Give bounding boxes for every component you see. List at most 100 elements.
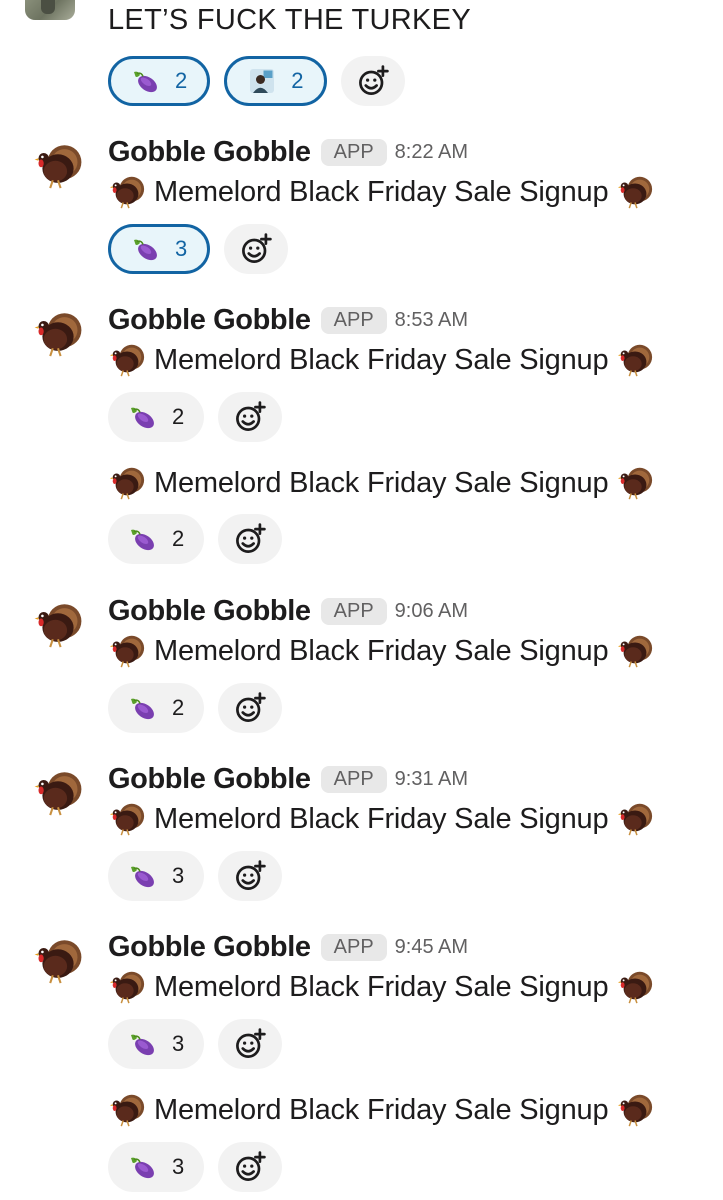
add-reaction-button[interactable] xyxy=(218,683,283,733)
add-reaction-button[interactable] xyxy=(218,1142,283,1192)
reaction-pill[interactable]: 3 xyxy=(108,224,211,274)
add-reaction-button[interactable] xyxy=(218,514,283,564)
reaction-pill[interactable]: 3 xyxy=(108,851,205,901)
reaction-pill[interactable]: 2 xyxy=(108,683,205,733)
message-header: Gobble Gobble APP 9:31 AM xyxy=(108,761,468,797)
add-reaction-icon xyxy=(232,1026,268,1062)
app-badge: APP xyxy=(320,765,387,793)
turkey-avatar-icon[interactable] xyxy=(32,599,84,651)
timestamp[interactable]: 9:06 AM xyxy=(395,600,468,623)
eggplant-icon xyxy=(128,693,158,723)
reaction-count: 3 xyxy=(172,1154,185,1179)
user-avatar-emoji-icon xyxy=(247,66,277,96)
message-header: Gobble Gobble APP 9:06 AM xyxy=(108,593,468,629)
reaction-pill[interactable]: 2 xyxy=(108,514,205,564)
sender-name[interactable]: Gobble Gobble xyxy=(108,304,311,337)
turkey-icon xyxy=(616,632,654,670)
turkey-icon xyxy=(616,341,654,379)
timestamp[interactable]: 9:31 AM xyxy=(395,768,468,791)
reaction-count: 2 xyxy=(291,68,304,93)
reaction-row: 2 xyxy=(108,514,283,564)
reaction-pill[interactable]: 2 xyxy=(224,56,327,106)
turkey-icon xyxy=(616,1091,654,1129)
reaction-row: 2 xyxy=(108,392,283,442)
timestamp[interactable]: 8:22 AM xyxy=(395,141,468,164)
reaction-count: 3 xyxy=(172,863,185,888)
sender-name[interactable]: Gobble Gobble xyxy=(108,595,311,628)
message-line: Memelord Black Friday Sale Signup xyxy=(108,967,654,1007)
reaction-row: 2 2 xyxy=(108,56,405,106)
eggplant-icon xyxy=(128,1029,158,1059)
turkey-avatar-icon[interactable] xyxy=(32,308,84,360)
message-header: Gobble Gobble APP 9:45 AM xyxy=(108,929,468,965)
turkey-icon xyxy=(108,1091,146,1129)
timestamp[interactable]: 9:45 AM xyxy=(395,936,468,959)
turkey-avatar-icon[interactable] xyxy=(32,935,84,987)
turkey-icon xyxy=(616,173,654,211)
reaction-pill[interactable]: 2 xyxy=(108,392,205,442)
add-reaction-button[interactable] xyxy=(224,224,289,274)
sender-name[interactable]: Gobble Gobble xyxy=(108,136,311,169)
eggplant-icon xyxy=(131,234,161,264)
turkey-icon xyxy=(108,341,146,379)
message-line: Memelord Black Friday Sale Signup xyxy=(108,1090,654,1130)
message-text: Memelord Black Friday Sale Signup xyxy=(154,1093,609,1126)
message-text: Memelord Black Friday Sale Signup xyxy=(154,466,609,499)
reaction-count: 2 xyxy=(172,526,185,551)
sender-name[interactable]: Gobble Gobble xyxy=(108,763,311,796)
add-reaction-icon xyxy=(232,690,268,726)
add-reaction-button[interactable] xyxy=(218,1019,283,1069)
reaction-count: 3 xyxy=(172,1031,185,1056)
turkey-avatar-icon[interactable] xyxy=(32,767,84,819)
add-reaction-icon xyxy=(232,399,268,435)
message-text: LET’S FUCK THE TURKEY xyxy=(108,4,471,36)
message-line: Memelord Black Friday Sale Signup xyxy=(108,172,654,212)
reaction-row: 3 xyxy=(108,224,289,274)
message-text: Memelord Black Friday Sale Signup xyxy=(154,970,609,1003)
message-text: Memelord Black Friday Sale Signup xyxy=(154,634,609,667)
eggplant-icon xyxy=(128,1152,158,1182)
app-badge: APP xyxy=(320,933,387,961)
add-reaction-icon xyxy=(238,231,274,267)
reaction-count: 3 xyxy=(175,236,188,261)
reaction-count: 2 xyxy=(175,68,188,93)
message-line: Memelord Black Friday Sale Signup xyxy=(108,340,654,380)
app-badge: APP xyxy=(320,138,387,166)
message-line: Memelord Black Friday Sale Signup xyxy=(108,799,654,839)
reaction-pill[interactable]: 3 xyxy=(108,1142,205,1192)
reaction-pill[interactable]: 3 xyxy=(108,1019,205,1069)
reaction-pill[interactable]: 2 xyxy=(108,56,211,106)
sender-name[interactable]: Gobble Gobble xyxy=(108,931,311,964)
turkey-icon xyxy=(108,173,146,211)
add-reaction-button[interactable] xyxy=(218,392,283,442)
add-reaction-button[interactable] xyxy=(218,851,283,901)
message-line: Memelord Black Friday Sale Signup xyxy=(108,631,654,671)
reaction-count: 2 xyxy=(172,404,185,429)
eggplant-icon xyxy=(128,402,158,432)
message-text: Memelord Black Friday Sale Signup xyxy=(154,175,609,208)
add-reaction-icon xyxy=(355,63,391,99)
turkey-icon xyxy=(108,464,146,502)
turkey-icon xyxy=(616,464,654,502)
turkey-avatar-icon[interactable] xyxy=(32,140,84,192)
turkey-icon xyxy=(616,800,654,838)
turkey-icon xyxy=(108,800,146,838)
eggplant-icon xyxy=(131,66,161,96)
message-text: Memelord Black Friday Sale Signup xyxy=(154,343,609,376)
message-text: Memelord Black Friday Sale Signup xyxy=(154,802,609,835)
eggplant-icon xyxy=(128,861,158,891)
reaction-row: 3 xyxy=(108,851,283,901)
add-reaction-icon xyxy=(232,1149,268,1185)
user-avatar[interactable] xyxy=(25,0,75,20)
add-reaction-button[interactable] xyxy=(340,56,405,106)
add-reaction-icon xyxy=(232,521,268,557)
add-reaction-icon xyxy=(232,858,268,894)
eggplant-icon xyxy=(128,524,158,554)
turkey-icon xyxy=(108,968,146,1006)
app-badge: APP xyxy=(320,306,387,334)
message-header: Gobble Gobble APP 8:53 AM xyxy=(108,302,468,338)
timestamp[interactable]: 8:53 AM xyxy=(395,309,468,332)
turkey-icon xyxy=(616,968,654,1006)
app-badge: APP xyxy=(320,597,387,625)
reaction-row: 3 xyxy=(108,1019,283,1069)
